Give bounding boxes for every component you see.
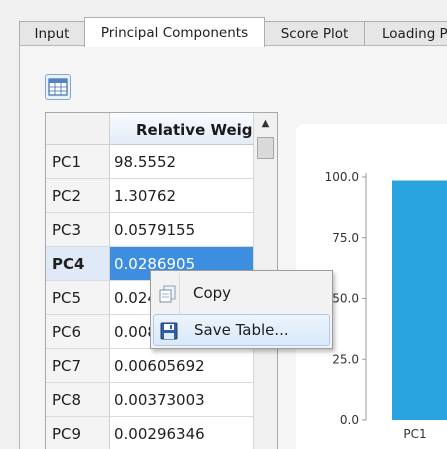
menu-item-copy[interactable]: Copy [153, 277, 330, 309]
tab-input[interactable]: Input [19, 21, 85, 45]
row-header[interactable]: PC6 [46, 315, 110, 349]
y-tick-label: 50.0 [332, 292, 359, 306]
tab-score-plot[interactable]: Score Plot [264, 21, 365, 45]
scroll-up-arrow-icon[interactable]: ▲ [254, 113, 277, 135]
menu-item-label: Copy [193, 284, 232, 302]
tab-bar: Input Principal Components Score Plot Lo… [0, 0, 447, 47]
menu-item-label: Save Table... [194, 321, 289, 339]
y-tick-label: 25.0 [332, 352, 359, 366]
y-tick-label: 0.0 [340, 413, 359, 427]
row-header[interactable]: PC2 [46, 179, 110, 213]
y-tick-label: 75.0 [332, 231, 359, 245]
table-cell[interactable]: 0.00605692 [110, 349, 253, 383]
copy-icon [158, 283, 178, 303]
tab-principal-components[interactable]: Principal Components [84, 17, 265, 47]
table-cell[interactable]: 0.00296346 [110, 417, 253, 449]
row-header[interactable]: PC9 [46, 417, 110, 449]
column-header-label: Relative Weigh [136, 121, 253, 139]
save-icon [159, 321, 179, 341]
context-menu: Copy Save Table... [150, 270, 333, 349]
x-tick-label: PC1 [403, 427, 426, 441]
row-header[interactable]: PC7 [46, 349, 110, 383]
table-corner-header[interactable] [46, 113, 110, 145]
menu-item-save-table[interactable]: Save Table... [153, 314, 330, 346]
bar-pc1[interactable] [392, 180, 447, 420]
y-tick-label: 100.0 [325, 170, 359, 184]
table-cell[interactable]: 0.0579155 [110, 213, 253, 247]
table-cell[interactable]: 1.30762 [110, 179, 253, 213]
row-header[interactable]: PC3 [46, 213, 110, 247]
row-header-selected[interactable]: PC4 [46, 247, 110, 281]
tab-loading-plot[interactable]: Loading P [364, 21, 447, 45]
scrollbar-thumb[interactable] [257, 137, 274, 159]
app-window: Input Principal Components Score Plot Lo… [0, 0, 447, 449]
table-cell[interactable]: 98.5552 [110, 145, 253, 179]
column-header-relative-weight[interactable]: Relative Weigh [110, 113, 253, 145]
table-cell[interactable]: 0.00373003 [110, 383, 253, 417]
table-icon[interactable] [45, 74, 71, 100]
row-header[interactable]: PC5 [46, 281, 110, 315]
row-header[interactable]: PC1 [46, 145, 110, 179]
row-header[interactable]: PC8 [46, 383, 110, 417]
